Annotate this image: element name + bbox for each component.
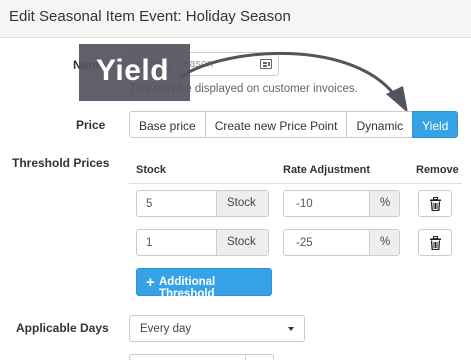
price-option-group: Base price Create new Price Point Dynami… (129, 111, 459, 138)
rate-input[interactable]: -25 % (283, 229, 400, 256)
caret-down-icon (288, 327, 294, 331)
remove-column-header: Remove (416, 164, 459, 176)
price-option-dynamic[interactable]: Dynamic (346, 111, 414, 138)
percent-addon: % (369, 191, 399, 216)
stock-addon: Stock (216, 191, 268, 216)
next-field-addon-partial (245, 354, 274, 360)
threshold-prices-label: Threshold Prices (12, 156, 110, 170)
stock-input[interactable]: 5 Stock (136, 190, 269, 217)
stock-input[interactable]: 1 Stock (136, 229, 269, 256)
price-option-base-price[interactable]: Base price (129, 111, 206, 138)
callout-arrow (179, 51, 408, 113)
price-option-new-price-point[interactable]: Create new Price Point (204, 111, 348, 138)
remove-threshold-button[interactable] (418, 190, 452, 217)
table-header-divider (129, 183, 462, 184)
stock-column-header: Stock (136, 164, 166, 176)
rate-input[interactable]: -10 % (283, 190, 400, 217)
rate-value: -25 (296, 237, 313, 249)
add-threshold-label: Additional Threshold (159, 276, 216, 300)
rate-column-header: Rate Adjustment (283, 164, 370, 176)
rate-value: -10 (296, 198, 313, 210)
add-threshold-button[interactable]: + Additional Threshold (136, 268, 272, 300)
applicable-days-value: Every day (140, 323, 192, 335)
stock-value: 1 (146, 237, 153, 249)
price-option-yield[interactable]: Yield (412, 111, 459, 138)
trash-icon (430, 197, 441, 211)
stock-addon: Stock (216, 230, 268, 255)
applicable-days-select[interactable]: Every day (129, 315, 305, 342)
percent-addon: % (369, 230, 399, 255)
trash-icon (430, 236, 441, 250)
remove-threshold-button[interactable] (418, 229, 452, 256)
price-label: Price (76, 118, 106, 132)
stock-value: 5 (146, 198, 153, 210)
plus-icon: + (146, 274, 155, 291)
applicable-days-label: Applicable Days (16, 321, 109, 335)
